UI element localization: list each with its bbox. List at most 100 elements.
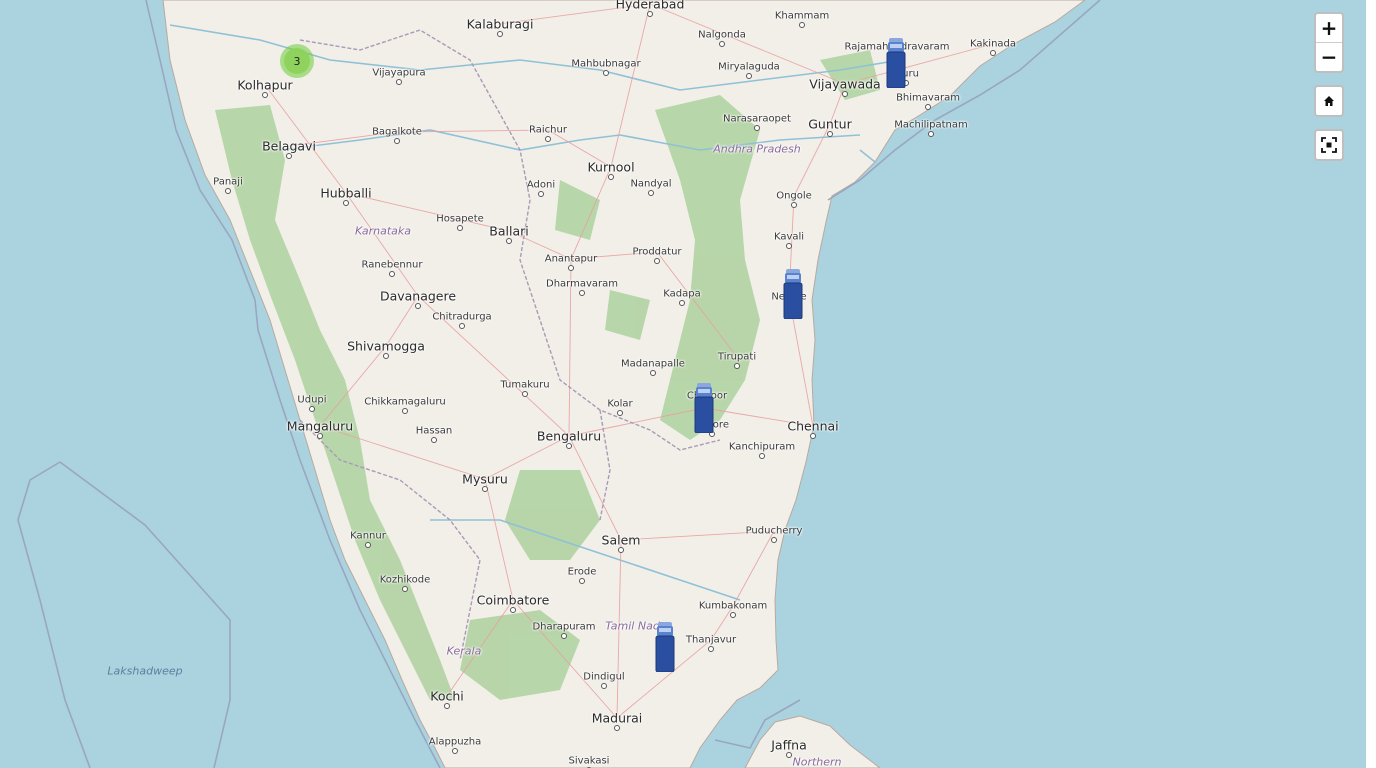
city-dot xyxy=(719,41,725,47)
city-dot xyxy=(522,391,528,397)
city-dot xyxy=(383,353,389,359)
city-dot xyxy=(457,225,463,231)
map-canvas[interactable]: Hyderabad Kalaburagi Kolhapur Belagavi Hubba… xyxy=(0,0,1366,768)
city-dot xyxy=(791,202,797,208)
cities-minor-label: Ongole xyxy=(776,190,812,202)
cities-minor-label: Erode xyxy=(567,566,597,578)
city-dot xyxy=(648,190,654,196)
cities-minor-label: Nalgonda xyxy=(698,29,746,41)
city-dot xyxy=(618,547,624,553)
zoom-out-button[interactable]: − xyxy=(1316,42,1342,71)
regions-label: Karnataka xyxy=(355,224,411,238)
cities-major-label: Ballari xyxy=(489,223,529,239)
cities-minor-label: Puducherry xyxy=(745,525,803,537)
city-dot xyxy=(734,363,740,369)
regions-label: Andhra Pradesh xyxy=(713,142,801,156)
truck-marker-icon[interactable] xyxy=(694,383,714,434)
city-dot xyxy=(708,646,714,652)
cities-major-label: Mysuru xyxy=(462,471,508,487)
cities-minor-label: Machilipatnam xyxy=(894,119,968,131)
truck-marker-icon[interactable] xyxy=(886,38,906,89)
truck-marker-icon[interactable] xyxy=(783,269,803,320)
city-dot xyxy=(225,188,231,194)
city-dot xyxy=(842,91,848,97)
city-dot xyxy=(730,612,736,618)
cities-minor-label: Thanjavur xyxy=(685,634,737,646)
cities-major-label: Bengaluru xyxy=(536,428,602,444)
cities-minor-label: Raichur xyxy=(529,124,567,136)
city-dot xyxy=(497,31,503,37)
marker-cluster[interactable]: 3 xyxy=(280,44,314,78)
city-dot xyxy=(786,752,792,758)
cities-minor-label: Miryalaguda xyxy=(718,61,780,73)
city-dot xyxy=(679,300,685,306)
cities-major-label: Davanagere xyxy=(379,288,457,304)
fullscreen-button[interactable] xyxy=(1316,131,1342,159)
regions-label: Northern xyxy=(792,755,842,768)
city-dot xyxy=(286,153,292,159)
cities-minor-label: Madanapalle xyxy=(621,358,685,370)
regions-label: Kerala xyxy=(446,644,482,658)
city-dot xyxy=(566,443,572,449)
cities-minor-label: Hassan xyxy=(415,425,453,437)
city-dot xyxy=(343,200,349,206)
city-dot xyxy=(579,290,585,296)
cities-minor-label: Kadapa xyxy=(663,288,701,300)
city-dot xyxy=(928,131,934,137)
city-dot xyxy=(601,683,607,689)
city-dot xyxy=(990,50,996,56)
city-dot xyxy=(771,537,777,543)
cities-minor-label: Udupi xyxy=(297,394,327,406)
city-dot xyxy=(579,578,585,584)
city-dot xyxy=(568,265,574,271)
city-dot xyxy=(394,138,400,144)
truck-marker-icon[interactable] xyxy=(655,622,675,673)
cities-major-label: Vijayawada xyxy=(809,76,881,92)
city-dot xyxy=(759,453,765,459)
city-dot xyxy=(262,92,268,98)
city-dot xyxy=(799,22,805,28)
cities-major-label: Chennai xyxy=(787,418,839,434)
city-dot xyxy=(459,323,465,329)
city-dot xyxy=(365,542,371,548)
cities-minor-label: Kannur xyxy=(350,530,386,542)
city-dot xyxy=(538,191,544,197)
cities-minor-label: Kumbakonam xyxy=(698,600,768,612)
cities-minor-label: Kavali xyxy=(773,231,805,243)
city-dot xyxy=(506,238,512,244)
home-control xyxy=(1314,85,1344,117)
cities-minor-label: Dharapuram xyxy=(532,621,596,633)
cities-minor-label: Mahbubnagar xyxy=(571,58,641,70)
cities-minor-label: Tumakuru xyxy=(500,379,550,391)
cities-minor-label: Chikkamagaluru xyxy=(364,396,446,408)
page-edge xyxy=(1366,0,1376,768)
cities-minor-label: Panaji xyxy=(213,176,243,188)
city-dot xyxy=(402,408,408,414)
cities-minor-label: Hosapete xyxy=(436,213,484,225)
cities-major-label: Hubballi xyxy=(320,185,372,201)
cities-minor-label: Ranebennur xyxy=(361,259,423,271)
cities-minor-label: Sivakasi xyxy=(568,755,610,767)
sea-labels-label: Lakshadweep xyxy=(107,664,183,678)
cluster-count: 3 xyxy=(284,48,310,74)
city-dot xyxy=(396,79,402,85)
city-dot xyxy=(614,725,620,731)
city-dot xyxy=(402,586,408,592)
city-dot xyxy=(603,70,609,76)
cities-major-label: Coimbatore xyxy=(476,592,550,608)
city-dot xyxy=(746,73,752,79)
city-dot xyxy=(510,607,516,613)
home-button[interactable] xyxy=(1316,87,1342,115)
cities-minor-label: Anantapur xyxy=(544,253,598,265)
zoom-in-button[interactable]: + xyxy=(1316,14,1342,42)
cities-major-label: Kochi xyxy=(430,688,464,704)
cities-major-label: Madurai xyxy=(591,710,643,726)
city-dot xyxy=(827,131,833,137)
city-dot xyxy=(650,370,656,376)
cities-major-label: Kurnool xyxy=(587,159,635,175)
cities-major-label: Salem xyxy=(601,532,641,548)
cities-minor-label: Alappuzha xyxy=(428,736,482,748)
cities-major-label: Kolhapur xyxy=(237,77,293,93)
cities-minor-label: Chitradurga xyxy=(432,311,492,323)
city-dot xyxy=(617,410,623,416)
